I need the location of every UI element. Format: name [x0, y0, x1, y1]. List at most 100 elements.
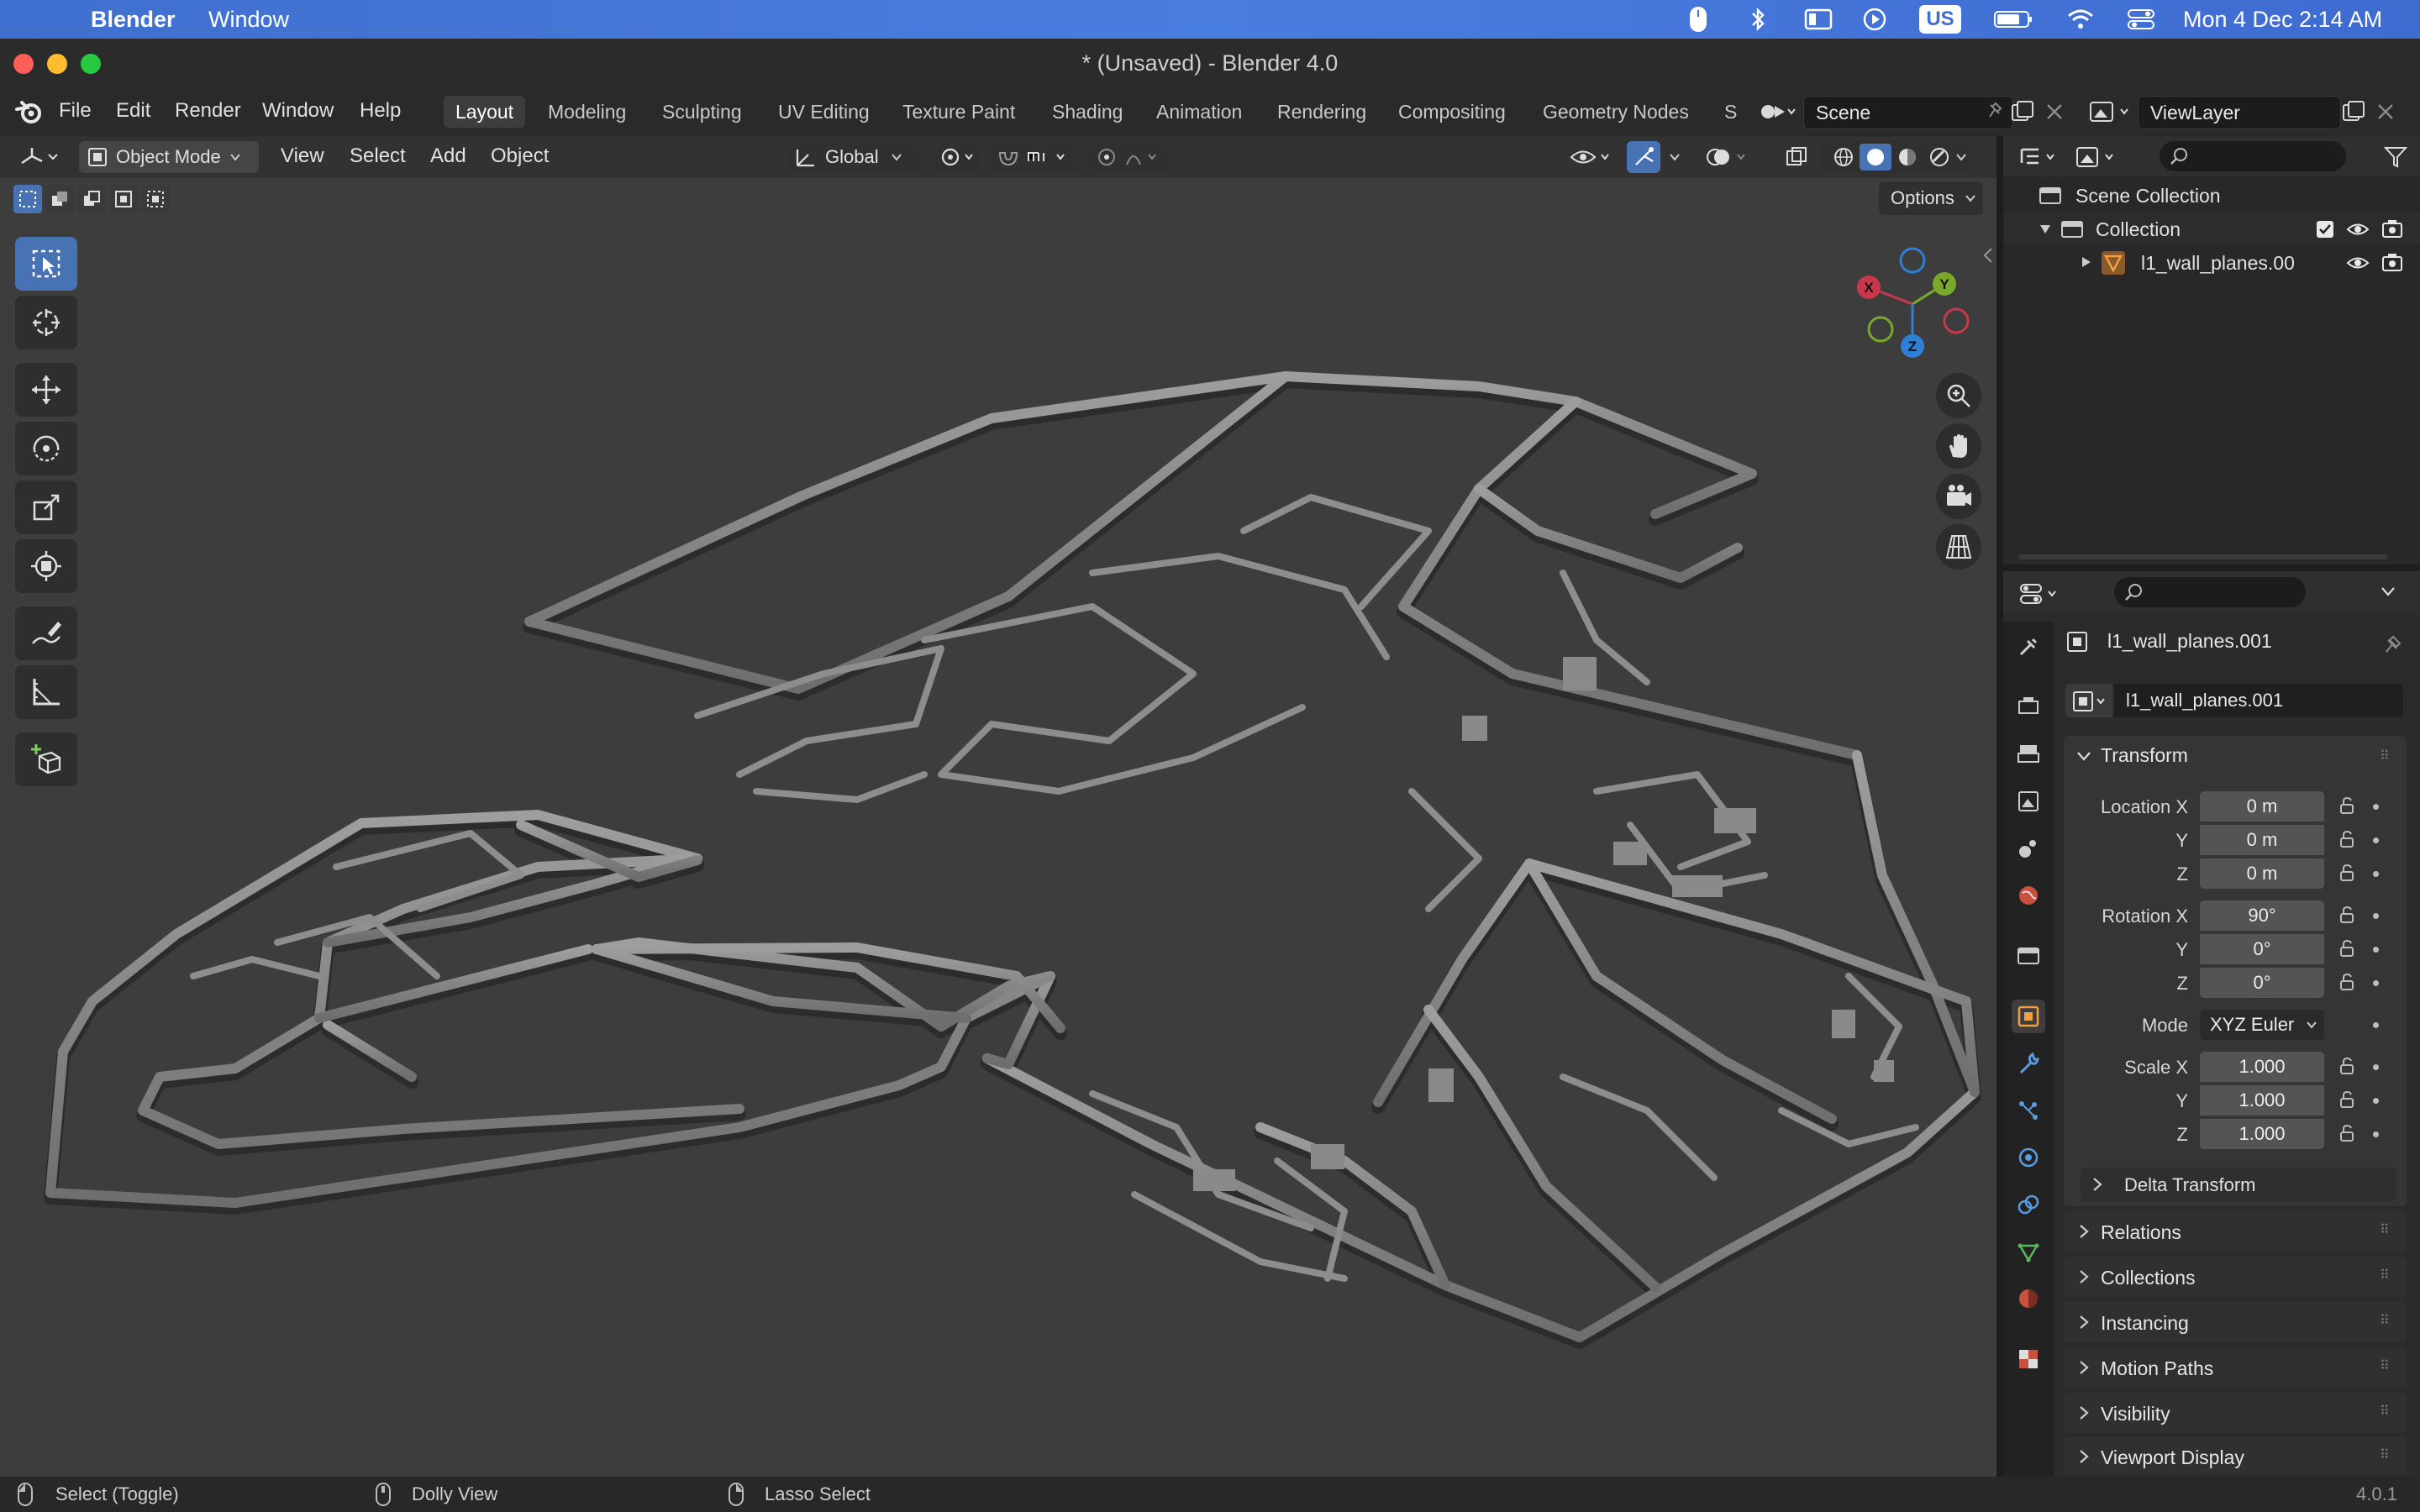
keyframe-dot-icon[interactable] [2373, 804, 2379, 810]
tab-world[interactable] [2012, 879, 2045, 912]
tab-physics[interactable] [2012, 1141, 2045, 1174]
eye-icon[interactable] [2346, 220, 2370, 239]
input-source-badge[interactable]: US [1919, 5, 1961, 34]
camera-view-button[interactable] [1936, 474, 1981, 519]
keyframe-dot-icon[interactable] [2373, 1022, 2379, 1028]
play-icon[interactable] [1859, 5, 1891, 34]
select-subtract-button[interactable] [77, 185, 106, 213]
keyframe-dot-icon[interactable] [2373, 1064, 2379, 1070]
tab-material[interactable] [2012, 1282, 2045, 1315]
overlays-toggle[interactable] [1702, 141, 1753, 173]
material-shading-button[interactable] [1891, 144, 1923, 171]
drag-handle-icon[interactable]: ⠿ [2380, 1357, 2390, 1374]
display-icon[interactable] [1802, 5, 1835, 34]
viewport-menu-select[interactable]: Select [350, 144, 406, 168]
keyframe-dot-icon[interactable] [2373, 947, 2379, 953]
viewport-menu-view[interactable]: View [281, 144, 324, 168]
properties-search-input[interactable] [2114, 577, 2306, 607]
xray-toggle[interactable] [1781, 141, 1812, 173]
scene-name-field[interactable]: Scene [1803, 96, 2013, 129]
drag-handle-icon[interactable]: ⠿ [2380, 1312, 2390, 1329]
location-x-field[interactable]: 0 m [2200, 791, 2324, 822]
menu-render[interactable]: Render [175, 99, 241, 123]
outliner-editor-type-icon[interactable] [2018, 144, 2064, 174]
display-mode-icon[interactable] [2074, 144, 2124, 174]
scale-y-field[interactable]: 1.000 [2200, 1085, 2324, 1116]
pin-icon[interactable] [2381, 630, 2403, 654]
battery-icon[interactable] [1991, 5, 2035, 34]
menu-window[interactable]: Window [208, 7, 289, 33]
select-extend-button[interactable] [45, 185, 74, 213]
add-cube-tool[interactable] [15, 732, 77, 786]
proportional-editing-controls[interactable] [1089, 141, 1170, 173]
view-layer-icon[interactable] [2087, 97, 2134, 130]
tab-tool[interactable] [2012, 630, 2045, 664]
tab-geometry-nodes[interactable]: Geometry Nodes [1531, 96, 1701, 128]
snapping-controls[interactable] [992, 141, 1079, 173]
new-view-layer-icon[interactable] [2341, 99, 2366, 129]
lock-rotation-z-icon[interactable] [2339, 973, 2358, 991]
camera-render-icon[interactable] [2381, 218, 2403, 239]
object-mode-dropdown[interactable]: Object Mode [79, 141, 259, 173]
lock-rotation-y-icon[interactable] [2339, 939, 2358, 958]
chevron-down-icon[interactable] [2378, 583, 2398, 604]
annotate-tool[interactable] [15, 606, 77, 660]
tab-animation[interactable]: Animation [1144, 96, 1254, 128]
scale-x-field[interactable]: 1.000 [2200, 1052, 2324, 1082]
transform-orientation-dropdown[interactable]: Global [786, 141, 921, 173]
viewport-display-panel[interactable]: Viewport Display ⠿ [2064, 1436, 2407, 1475]
location-z-field[interactable]: 0 m [2200, 858, 2324, 889]
select-box-tool[interactable] [15, 237, 77, 291]
gizmo-options-dropdown[interactable] [1662, 141, 1687, 173]
select-new-button[interactable] [13, 185, 42, 213]
wireframe-shading-button[interactable] [1828, 144, 1860, 171]
viewport-menu-object[interactable]: Object [491, 144, 549, 168]
drag-handle-icon[interactable]: ⠿ [2380, 1446, 2390, 1463]
tab-data[interactable] [2012, 1235, 2045, 1268]
viewport-menu-add[interactable]: Add [430, 144, 466, 168]
outliner-search-input[interactable] [2160, 141, 2346, 171]
rendered-shading-button[interactable] [1923, 144, 1955, 171]
perspective-toggle-button[interactable] [1936, 524, 1981, 570]
tab-sculpting[interactable]: Sculpting [650, 96, 754, 128]
tab-constraints[interactable] [2012, 1188, 2045, 1221]
drag-handle-icon[interactable]: ⠿ [2380, 1221, 2390, 1238]
bluetooth-icon[interactable] [1744, 5, 1773, 34]
tab-shading[interactable]: Shading [1040, 96, 1134, 128]
lock-rotation-x-icon[interactable] [2339, 906, 2358, 924]
instancing-panel[interactable]: Instancing ⠿ [2064, 1302, 2407, 1342]
lock-scale-z-icon[interactable] [2339, 1124, 2358, 1142]
keyframe-dot-icon[interactable] [2373, 913, 2379, 919]
neg-y-axis-handle[interactable] [1867, 316, 1894, 343]
navigation-gizmo[interactable]: X Y Z [1845, 237, 1971, 371]
select-invert-button[interactable] [109, 185, 138, 213]
wifi-icon[interactable] [2064, 5, 2097, 34]
object-name-field[interactable]: l1_wall_planes.001 [2114, 684, 2403, 717]
outliner-row-object[interactable]: l1_wall_planes.00 [2003, 245, 2420, 279]
menu-edit[interactable]: Edit [116, 99, 150, 123]
control-center-icon[interactable] [2124, 5, 2158, 34]
lock-scale-y-icon[interactable] [2339, 1090, 2358, 1109]
rotation-z-field[interactable]: 0° [2200, 968, 2324, 998]
expand-arrow-icon[interactable] [2081, 255, 2092, 269]
lock-scale-x-icon[interactable] [2339, 1057, 2358, 1075]
tab-texture[interactable] [2012, 1342, 2045, 1376]
sidebar-toggle-icon[interactable] [1981, 245, 1995, 270]
eye-icon[interactable] [2346, 254, 2370, 272]
keyframe-dot-icon[interactable] [2373, 871, 2379, 877]
rotation-y-field[interactable]: 0° [2200, 934, 2324, 964]
scene-selector-icon[interactable] [1758, 97, 1797, 130]
pin-icon[interactable] [1986, 97, 2004, 136]
tab-compositing[interactable]: Compositing [1386, 96, 1518, 128]
delete-scene-icon[interactable] [2044, 101, 2065, 127]
tab-modeling[interactable]: Modeling [536, 96, 638, 128]
outliner-row-scene-collection[interactable]: Scene Collection [2003, 178, 2420, 212]
solid-shading-button[interactable] [1860, 144, 1891, 171]
tab-view-layer[interactable] [2012, 785, 2045, 818]
tab-scripting[interactable]: S [1712, 96, 1749, 128]
pivot-point-dropdown[interactable] [934, 141, 981, 173]
relations-panel[interactable]: Relations ⠿ [2064, 1211, 2407, 1252]
select-intersect-button[interactable] [141, 185, 170, 213]
location-y-field[interactable]: 0 m [2200, 825, 2324, 855]
object-browse-button[interactable] [2065, 684, 2112, 717]
